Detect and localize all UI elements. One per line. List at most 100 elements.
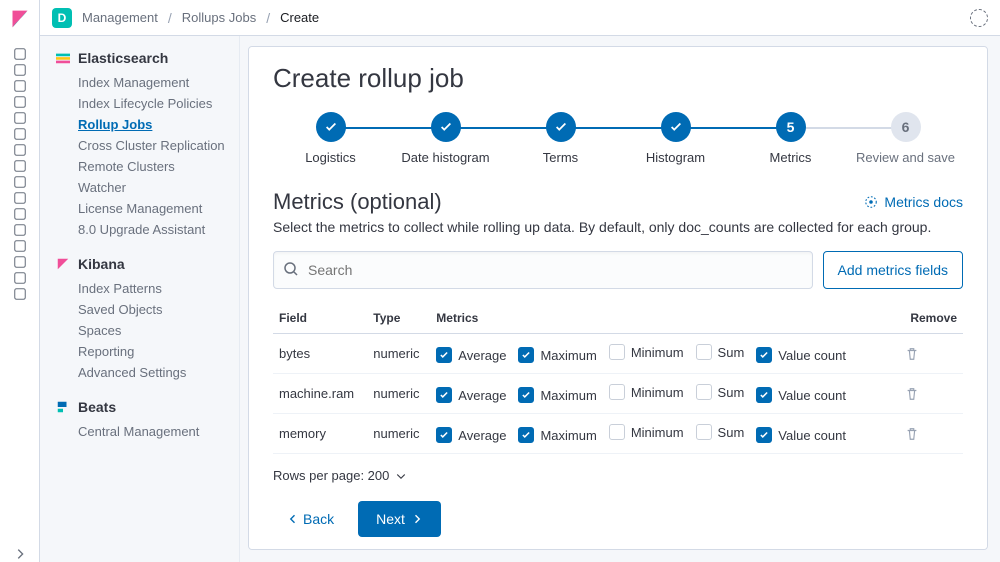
checkbox-average[interactable]: Average xyxy=(436,387,506,403)
breadcrumb-sep: / xyxy=(266,10,270,26)
sidebar-item-reporting[interactable]: Reporting xyxy=(56,341,231,362)
sidebar-item-index-management[interactable]: Index Management xyxy=(56,72,231,93)
uptime-icon[interactable] xyxy=(12,206,28,222)
cell-type: numeric xyxy=(367,414,430,454)
collapse-icon[interactable] xyxy=(12,546,28,562)
checkbox-average[interactable]: Average xyxy=(436,427,506,443)
checkbox-label: Value count xyxy=(778,348,846,363)
app-rail xyxy=(0,0,40,562)
checkbox-label: Average xyxy=(458,388,506,403)
sidebar-item-remote-clusters[interactable]: Remote Clusters xyxy=(56,156,231,177)
breadcrumb-sep: / xyxy=(168,10,172,26)
checkbox-sum[interactable]: Sum xyxy=(696,384,745,400)
checkbox-value-count[interactable]: Value count xyxy=(756,427,846,443)
step-review-and-save[interactable]: 6Review and save xyxy=(848,112,963,165)
section-title: Metrics (optional) xyxy=(273,189,442,215)
monitoring-icon[interactable] xyxy=(12,270,28,286)
help-icon[interactable] xyxy=(970,9,988,27)
compass-icon[interactable] xyxy=(12,62,28,78)
metrics-docs-link[interactable]: Metrics docs xyxy=(864,194,963,210)
step-label: Metrics xyxy=(770,150,812,165)
sidebar-item-8.0-upgrade-assistant[interactable]: 8.0 Upgrade Assistant xyxy=(56,219,231,240)
remove-button[interactable] xyxy=(905,387,957,401)
checkbox-sum[interactable]: Sum xyxy=(696,424,745,440)
rows-per-page[interactable]: Rows per page: 200 xyxy=(273,468,963,483)
sidebar-item-license-management[interactable]: License Management xyxy=(56,198,231,219)
cell-field: bytes xyxy=(273,334,367,374)
code-icon[interactable] xyxy=(12,158,28,174)
cell-field: memory xyxy=(273,414,367,454)
step-histogram[interactable]: Histogram xyxy=(618,112,733,165)
search-icon xyxy=(283,261,299,277)
remove-button[interactable] xyxy=(905,427,957,441)
cell-field: machine.ram xyxy=(273,374,367,414)
search-input[interactable] xyxy=(273,251,813,289)
apm-icon[interactable] xyxy=(12,222,28,238)
step-circle: 6 xyxy=(891,112,921,142)
checkbox-maximum[interactable]: Maximum xyxy=(518,427,596,443)
checkbox-minimum[interactable]: Minimum xyxy=(609,384,684,400)
step-date-histogram[interactable]: Date histogram xyxy=(388,112,503,165)
checkbox-label: Minimum xyxy=(631,425,684,440)
step-label: Terms xyxy=(543,150,578,165)
breadcrumb[interactable]: Management xyxy=(82,10,158,25)
breadcrumb[interactable]: Rollups Jobs xyxy=(182,10,256,25)
sidebar-group-beats: Beats xyxy=(56,399,231,415)
col-type: Type xyxy=(367,303,430,334)
chevron-left-icon xyxy=(287,513,299,525)
next-label: Next xyxy=(376,511,405,527)
pager-label: Rows per page: 200 xyxy=(273,468,389,483)
sidebar-item-index-lifecycle-policies[interactable]: Index Lifecycle Policies xyxy=(56,93,231,114)
space-badge[interactable]: D xyxy=(52,8,72,28)
step-metrics[interactable]: 5Metrics xyxy=(733,112,848,165)
step-terms[interactable]: Terms xyxy=(503,112,618,165)
checkbox-label: Maximum xyxy=(540,348,596,363)
step-logistics[interactable]: Logistics xyxy=(273,112,388,165)
checkbox-minimum[interactable]: Minimum xyxy=(609,424,684,440)
remove-button[interactable] xyxy=(905,347,957,361)
canvas-icon[interactable] xyxy=(12,110,28,126)
step-label: Histogram xyxy=(646,150,705,165)
col-metrics: Metrics xyxy=(430,303,899,334)
sidebar-item-watcher[interactable]: Watcher xyxy=(56,177,231,198)
checkbox-minimum[interactable]: Minimum xyxy=(609,344,684,360)
step-circle xyxy=(316,112,346,142)
checkbox-maximum[interactable]: Maximum xyxy=(518,387,596,403)
sidebar-item-rollup-jobs[interactable]: Rollup Jobs xyxy=(56,114,231,135)
maps-icon[interactable] xyxy=(12,126,28,142)
checkbox-maximum[interactable]: Maximum xyxy=(518,347,596,363)
chevron-right-icon xyxy=(411,513,423,525)
step-circle xyxy=(546,112,576,142)
visualize-icon[interactable] xyxy=(12,78,28,94)
checkbox-value-count[interactable]: Value count xyxy=(756,347,846,363)
step-label: Date histogram xyxy=(401,150,489,165)
kibana-logo[interactable] xyxy=(9,8,31,30)
cell-metrics: Average Maximum Minimum Sum Value count xyxy=(430,334,899,374)
checkbox-value-count[interactable]: Value count xyxy=(756,387,846,403)
sidebar-item-saved-objects[interactable]: Saved Objects xyxy=(56,299,231,320)
next-button[interactable]: Next xyxy=(358,501,441,537)
infra-icon[interactable] xyxy=(12,174,28,190)
checkbox-label: Value count xyxy=(778,428,846,443)
checkbox-label: Sum xyxy=(718,345,745,360)
siem-icon[interactable] xyxy=(12,238,28,254)
back-button[interactable]: Back xyxy=(273,501,348,537)
graph-icon[interactable] xyxy=(12,142,28,158)
clock-icon[interactable] xyxy=(12,46,28,62)
step-label: Logistics xyxy=(305,150,356,165)
sidebar-item-index-patterns[interactable]: Index Patterns xyxy=(56,278,231,299)
sidebar-item-cross-cluster-replication[interactable]: Cross Cluster Replication xyxy=(56,135,231,156)
logs-icon[interactable] xyxy=(12,190,28,206)
sidebar-group-kibana: Kibana xyxy=(56,256,231,272)
section-subtitle: Select the metrics to collect while roll… xyxy=(273,219,963,235)
sidebar-item-spaces[interactable]: Spaces xyxy=(56,320,231,341)
table-row: machine.ramnumericAverageMaximumMinimumS… xyxy=(273,374,963,414)
checkbox-sum[interactable]: Sum xyxy=(696,344,745,360)
dev-tools-icon[interactable] xyxy=(12,254,28,270)
sidebar-item-central-management[interactable]: Central Management xyxy=(56,421,231,442)
dashboard-icon[interactable] xyxy=(12,94,28,110)
checkbox-average[interactable]: Average xyxy=(436,347,506,363)
sidebar-item-advanced-settings[interactable]: Advanced Settings xyxy=(56,362,231,383)
add-metrics-button[interactable]: Add metrics fields xyxy=(823,251,963,289)
management-icon[interactable] xyxy=(12,286,28,302)
